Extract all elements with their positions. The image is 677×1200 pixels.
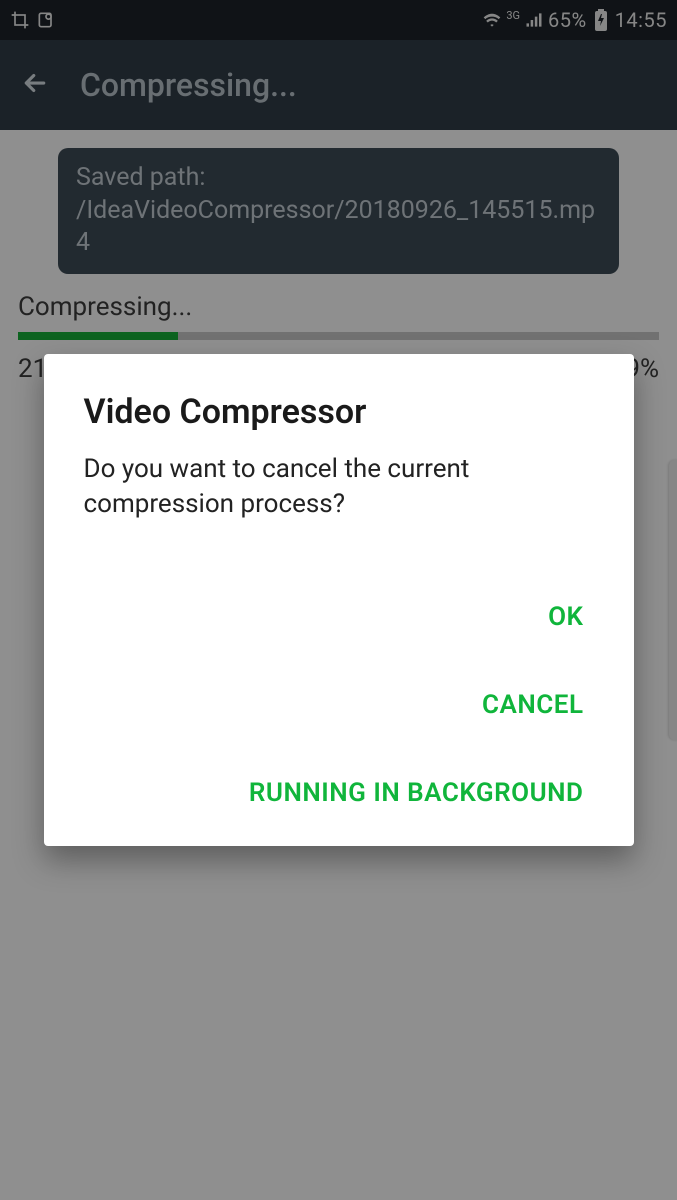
modal-overlay: Video Compressor Do you want to cancel t… [0,0,677,1200]
ok-button[interactable]: OK [538,584,593,650]
dialog-message: Do you want to cancel the current compre… [84,452,594,522]
cancel-button[interactable]: CANCEL [472,672,593,738]
background-button[interactable]: RUNNING IN BACKGROUND [239,760,594,826]
dialog-title: Video Compressor [84,392,594,432]
cancel-dialog: Video Compressor Do you want to cancel t… [44,354,634,846]
